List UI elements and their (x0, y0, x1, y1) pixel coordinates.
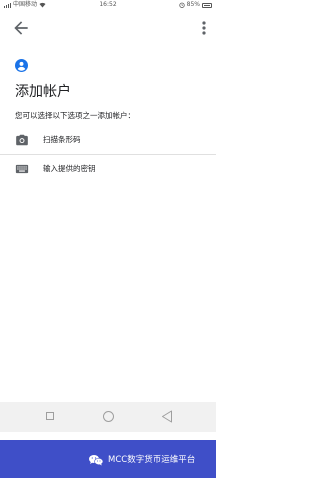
page-subtitle: 您可以选择以下选项之一添加帐户： (15, 111, 135, 120)
keyboard-icon (15, 164, 29, 174)
banner-text: MCC数字货币运维平台 (108, 455, 196, 465)
camera-icon (16, 134, 28, 146)
alarm-icon (179, 2, 185, 8)
system-nav-bar (0, 402, 216, 432)
app-bar (0, 10, 216, 46)
recents-icon[interactable] (46, 412, 54, 420)
back-arrow-icon[interactable] (11, 18, 31, 38)
scan-barcode-option[interactable]: 扫描条形码 (0, 127, 216, 153)
status-right: 85% (179, 0, 212, 10)
divider (0, 154, 216, 155)
battery-label: 85% (186, 1, 200, 8)
scan-barcode-label: 扫描条形码 (43, 135, 81, 144)
account-circle-icon (15, 59, 28, 72)
watermark-banner: MCC数字货币运维平台 (0, 440, 216, 478)
status-bar: 中国移动 16:52 85% (0, 0, 216, 10)
screen: 中国移动 16:52 85% 添加帐户 您可以选择以下选项之一添加帐户： 扫描条… (0, 0, 216, 478)
enter-key-option[interactable]: 输入提供的密钥 (0, 156, 216, 182)
enter-key-label: 输入提供的密钥 (43, 164, 96, 173)
home-icon[interactable] (103, 411, 114, 422)
more-vert-icon[interactable] (196, 18, 212, 38)
wechat-icon (89, 455, 104, 466)
nav-back-icon[interactable] (161, 410, 173, 423)
page-title: 添加帐户 (15, 84, 71, 100)
battery-icon (202, 2, 212, 8)
